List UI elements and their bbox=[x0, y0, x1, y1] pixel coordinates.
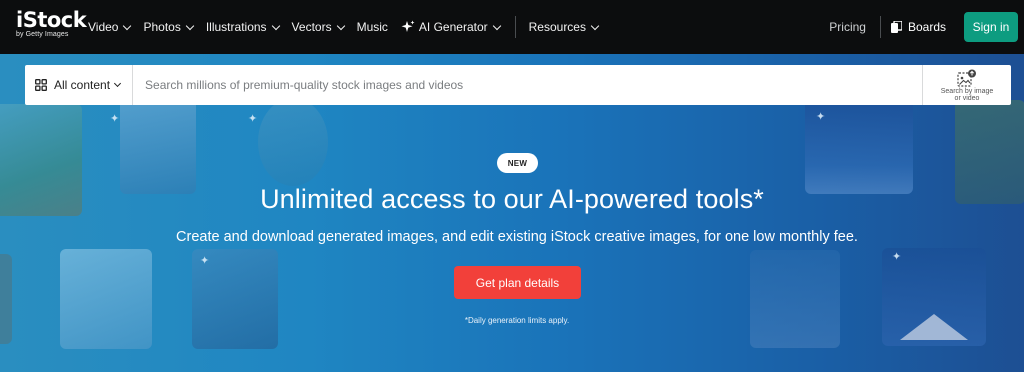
chevron-down-icon bbox=[123, 21, 132, 30]
chevron-down-icon bbox=[590, 21, 600, 30]
search-by-image-button[interactable]: Search by image or video bbox=[922, 65, 1011, 105]
logo-wordmark: iStock bbox=[16, 8, 87, 32]
nav-item-illustrations[interactable]: Illustrations bbox=[205, 20, 280, 34]
nav-item-label: Vectors bbox=[291, 20, 332, 34]
sign-in-button[interactable]: Sign in bbox=[964, 12, 1018, 42]
nav-item-ai-generator[interactable]: AI Generator bbox=[401, 20, 501, 34]
sparkle-icon: ✦ bbox=[200, 255, 210, 267]
top-navigation: iStock by Getty Images Video Photos Illu… bbox=[0, 0, 1024, 54]
search-bar: All content Search by image or video bbox=[25, 65, 1011, 105]
logo-tagline: by Getty Images bbox=[16, 31, 69, 38]
sparkle-icon: ✦ bbox=[248, 113, 258, 125]
nav-item-video[interactable]: Video bbox=[88, 20, 132, 34]
nav-item-label: Resources bbox=[528, 20, 586, 34]
chevron-down-icon bbox=[271, 21, 280, 30]
get-plan-details-button[interactable]: Get plan details bbox=[454, 266, 581, 299]
new-badge: NEW bbox=[497, 153, 538, 173]
hero-headline: Unlimited access to our AI-powered tools… bbox=[260, 184, 764, 214]
chevron-down-icon bbox=[114, 79, 122, 88]
image-upload-icon bbox=[957, 69, 976, 87]
nav-item-music[interactable]: Music bbox=[357, 20, 388, 34]
hero-subline: Create and download generated images, an… bbox=[176, 229, 858, 245]
boards-label: Boards bbox=[907, 20, 946, 34]
sparkle-icon: ✦ bbox=[892, 251, 902, 263]
background-image-tile bbox=[0, 254, 12, 344]
chevron-down-icon bbox=[185, 21, 195, 30]
nav-item-photos[interactable]: Photos bbox=[143, 20, 195, 34]
chevron-down-icon bbox=[336, 21, 345, 30]
sparkle-icon bbox=[401, 20, 415, 32]
sparkle-icon: ✦ bbox=[816, 111, 826, 123]
sparkle-icon: ✦ bbox=[110, 113, 120, 125]
grid-icon bbox=[35, 79, 47, 91]
content-type-dropdown[interactable]: All content bbox=[25, 65, 134, 105]
nav-item-label: Video bbox=[88, 20, 119, 34]
nav-divider bbox=[879, 16, 881, 38]
boards-icon bbox=[890, 21, 902, 33]
nav-item-label: Music bbox=[356, 20, 388, 34]
chevron-down-icon bbox=[492, 21, 501, 30]
background-image-tile bbox=[750, 250, 840, 348]
nav-item-vectors[interactable]: Vectors bbox=[291, 20, 345, 34]
main-menu: Video Photos Illustrations Vectors Music… bbox=[88, 0, 611, 54]
nav-item-label: Illustrations bbox=[205, 20, 267, 34]
content-type-label: All content bbox=[54, 78, 111, 92]
istock-logo[interactable]: iStock by Getty Images bbox=[16, 8, 87, 42]
search-input[interactable] bbox=[133, 66, 922, 104]
nav-divider bbox=[514, 16, 516, 38]
background-image-tile bbox=[258, 98, 328, 186]
nav-item-label: AI Generator bbox=[418, 20, 488, 34]
background-image-tile bbox=[60, 249, 152, 349]
pricing-link[interactable]: Pricing bbox=[829, 20, 866, 34]
nav-item-label: Photos bbox=[143, 20, 181, 34]
nav-item-resources[interactable]: Resources bbox=[528, 20, 600, 34]
account-nav: Pricing Boards Sign in bbox=[829, 0, 1024, 54]
background-image-tile bbox=[120, 99, 196, 194]
hero-banner: ✦ ✦ ✦ ✦ ✦ All content Search by image bbox=[0, 54, 1024, 372]
boards-link[interactable]: Boards bbox=[890, 20, 946, 34]
search-by-image-label: Search by image or video bbox=[940, 87, 994, 102]
disclaimer-text: *Daily generation limits apply. bbox=[464, 316, 570, 325]
